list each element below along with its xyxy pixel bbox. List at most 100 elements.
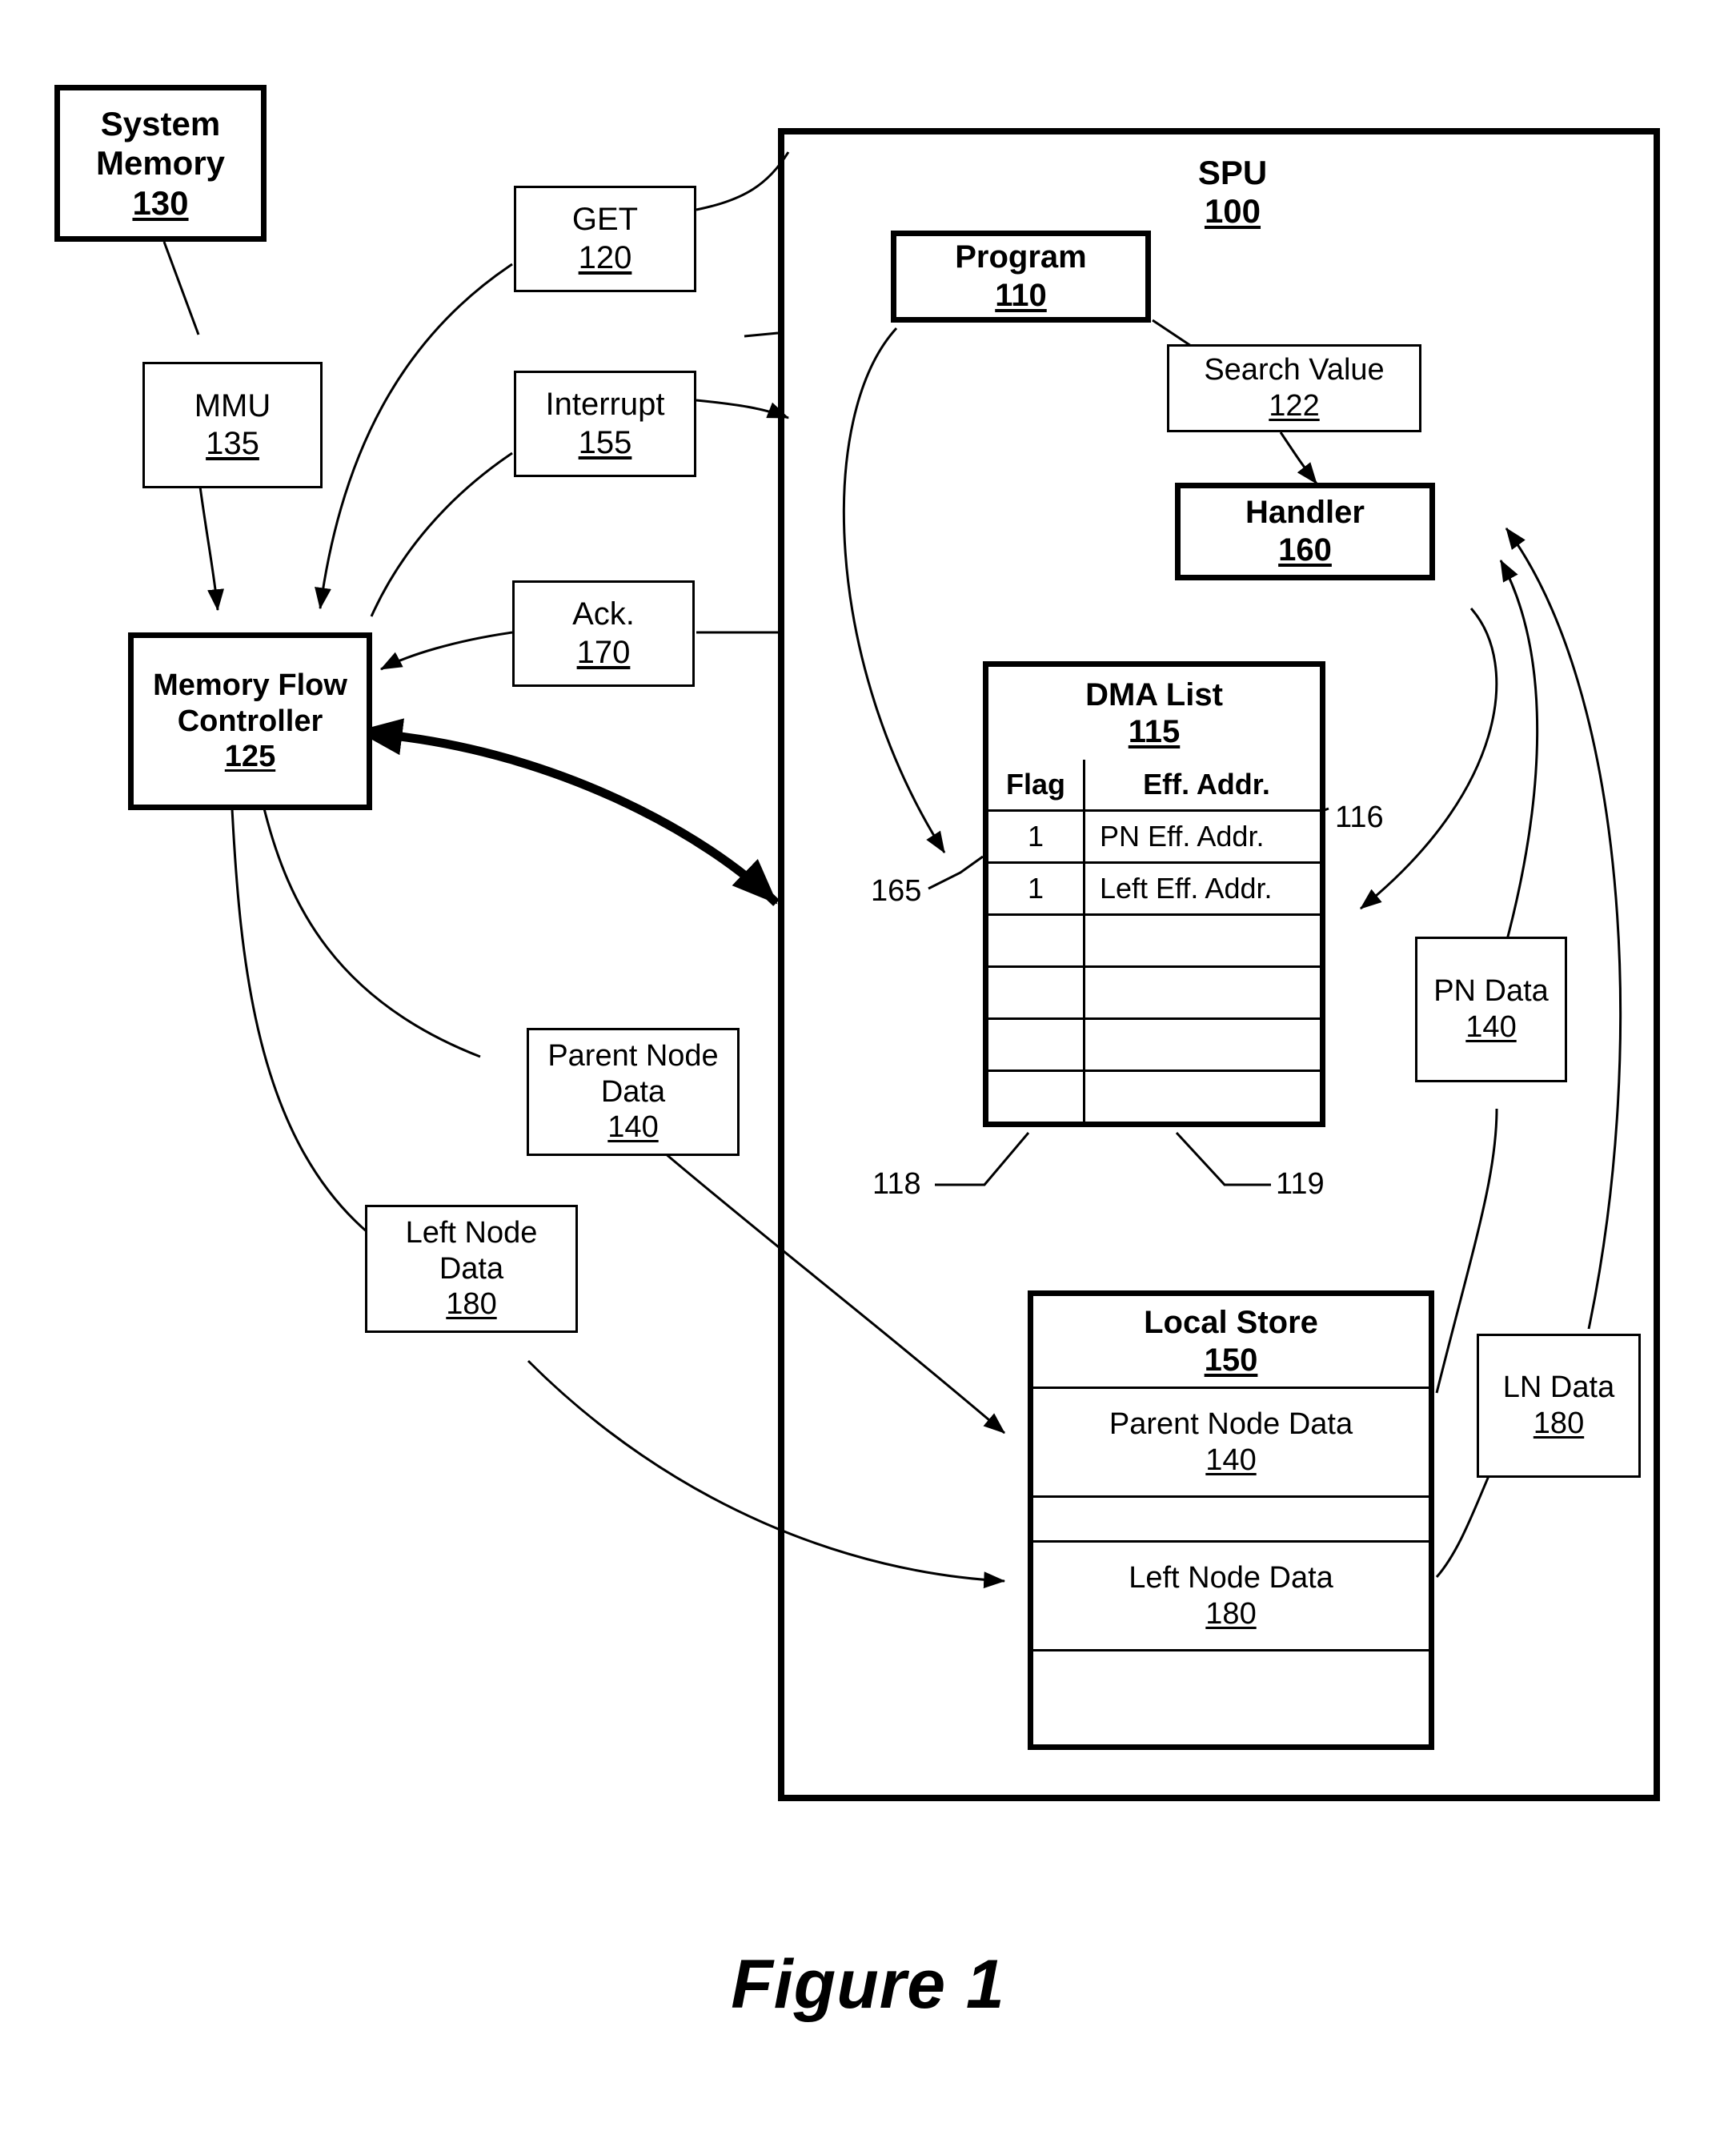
dma-cell-flag	[988, 1070, 1085, 1122]
search-value-number: 122	[1269, 389, 1320, 423]
system-memory-box: System Memory 130	[54, 85, 267, 242]
get-label: GET	[571, 202, 639, 238]
search-value-label: Search Value	[1204, 353, 1385, 387]
handler-label: Handler	[1245, 494, 1365, 530]
local-store-empty-row	[1033, 1651, 1429, 1744]
local-store-entry-number: 140	[1205, 1443, 1257, 1477]
local-store-panel: Local Store 150 Parent Node Data 140 Lef…	[1028, 1290, 1434, 1750]
local-store-title: Local Store	[1144, 1305, 1318, 1341]
wire-interrupt-spu	[696, 399, 790, 419]
memory-flow-controller-box: Memory Flow Controller 125	[128, 632, 372, 810]
reference-119: 119	[1276, 1167, 1325, 1202]
spu-number: 100	[1204, 192, 1261, 230]
dma-col-flag: Flag	[988, 760, 1085, 812]
wire-ack-mfc	[379, 631, 513, 671]
dma-cell-addr	[1084, 913, 1320, 968]
wire-sysmem-mmu	[162, 241, 200, 335]
system-memory-label-line1: System	[100, 104, 221, 142]
figure-caption: Figure 1	[731, 1946, 1005, 2023]
local-store-entry-number: 180	[1205, 1596, 1257, 1631]
local-store-entry-label: Parent Node Data	[1109, 1407, 1353, 1442]
dma-cell-flag	[988, 1017, 1085, 1072]
system-memory-number: 130	[132, 183, 189, 222]
ln-data-number: 180	[1533, 1407, 1585, 1440]
handler-box: Handler 160	[1175, 483, 1435, 580]
left-node-data-number: 180	[446, 1287, 497, 1322]
local-store-entry-parent-node: Parent Node Data 140	[1033, 1389, 1429, 1498]
program-box: Program 110	[891, 231, 1151, 323]
left-node-data-box: Left Node Data 180	[365, 1205, 578, 1333]
wire-mfc-spu-bidirectional	[356, 718, 780, 906]
dma-cell-addr: Left Eff. Addr.	[1084, 861, 1320, 916]
dma-cell-flag	[988, 965, 1085, 1020]
get-number: 120	[578, 239, 632, 275]
reference-116: 116	[1335, 801, 1384, 835]
ack-label: Ack.	[572, 596, 635, 632]
local-store-entry-left-node: Left Node Data 180	[1033, 1543, 1429, 1651]
pn-data-number: 140	[1465, 1010, 1517, 1044]
table-row	[988, 1070, 1320, 1122]
interrupt-box: Interrupt 155	[514, 371, 696, 477]
ack-box: Ack. 170	[512, 580, 695, 687]
wire-get-mfc	[315, 263, 513, 610]
ack-number: 170	[576, 634, 631, 670]
spu-title: SPU 100	[1153, 154, 1313, 231]
parent-node-data-number: 140	[607, 1110, 659, 1145]
wire-mfc-parentnode	[263, 808, 481, 1058]
reference-118: 118	[872, 1167, 921, 1202]
wire-interrupt-mfc	[370, 451, 513, 617]
pn-data-label: PN Data	[1433, 974, 1549, 1009]
interrupt-number: 155	[578, 424, 632, 460]
dma-cell-flag: 1	[988, 809, 1085, 864]
mfc-number: 125	[224, 740, 276, 774]
dma-table-header-row: Flag Eff. Addr.	[988, 760, 1320, 812]
handler-number: 160	[1278, 532, 1332, 568]
mmu-box: MMU 135	[142, 362, 323, 488]
wire-mmu-mfc	[198, 486, 225, 612]
dma-cell-flag	[988, 913, 1085, 968]
reference-119-text: 119	[1276, 1167, 1325, 1201]
ln-data-label: LN Data	[1502, 1371, 1615, 1405]
parent-node-data-box: Parent Node Data 140	[527, 1028, 740, 1156]
pn-data-box: PN Data 140	[1415, 937, 1567, 1082]
interrupt-label: Interrupt	[545, 387, 665, 423]
left-node-data-label-line1: Left Node	[405, 1215, 538, 1250]
get-box: GET 120	[514, 186, 696, 292]
mfc-label-line1: Memory Flow	[153, 668, 347, 702]
mmu-number: 135	[206, 426, 259, 461]
local-store-header: Local Store 150	[1033, 1296, 1429, 1389]
mmu-label: MMU	[194, 387, 271, 423]
dma-cell-addr	[1084, 1017, 1320, 1072]
mfc-label-line2: Controller	[177, 704, 323, 738]
reference-165: 165	[871, 874, 921, 909]
dma-cell-addr	[1084, 1070, 1320, 1122]
patent-figure-page: SPU 100 System Memory 130 MMU 135 Memory…	[0, 0, 1736, 2131]
dma-list-header: DMA List 115	[988, 667, 1320, 760]
table-row: 1 Left Eff. Addr.	[988, 861, 1320, 916]
reference-116-text: 116	[1335, 801, 1384, 834]
dma-list-number: 115	[1128, 714, 1181, 749]
wire-mfc-leftnode	[231, 808, 369, 1234]
table-row: 1 PN Eff. Addr.	[988, 809, 1320, 864]
dma-list-panel: DMA List 115 Flag Eff. Addr. 1 PN Eff. A…	[983, 661, 1325, 1127]
wire-get-spu	[696, 151, 790, 211]
program-label: Program	[955, 239, 1087, 275]
reference-118-text: 118	[872, 1167, 921, 1201]
table-row	[988, 913, 1320, 968]
local-store-empty-row	[1033, 1498, 1429, 1543]
reference-165-text: 165	[871, 874, 922, 908]
dma-cell-flag: 1	[988, 861, 1085, 916]
parent-node-data-label-line1: Parent Node	[547, 1038, 719, 1073]
ln-data-box: LN Data 180	[1477, 1334, 1641, 1478]
dma-cell-addr	[1084, 965, 1320, 1020]
system-memory-label-line2: Memory	[95, 144, 226, 183]
dma-list-title: DMA List	[1085, 677, 1223, 712]
local-store-entry-label: Left Node Data	[1129, 1561, 1333, 1595]
parent-node-data-label-line2: Data	[600, 1074, 666, 1109]
dma-list-table: Flag Eff. Addr. 1 PN Eff. Addr. 1 Left E…	[988, 760, 1320, 1122]
program-number: 110	[995, 277, 1047, 313]
table-row	[988, 965, 1320, 1020]
left-node-data-label-line2: Data	[439, 1251, 504, 1286]
dma-cell-addr: PN Eff. Addr.	[1084, 809, 1320, 864]
local-store-number: 150	[1204, 1342, 1258, 1378]
